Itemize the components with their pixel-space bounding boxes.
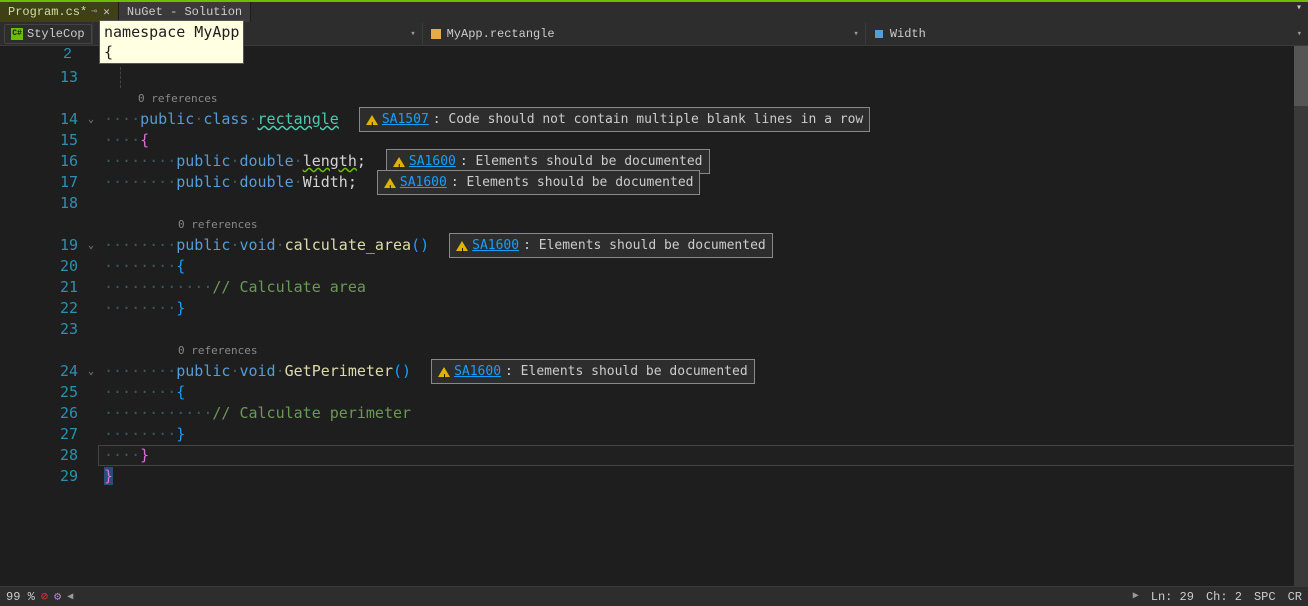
code-line: 27 ········} [16, 424, 1308, 445]
codelens-row: 0 references [16, 88, 1308, 109]
fixed-gutter-2: 2 [0, 46, 84, 67]
code-line: 20 ········{ [16, 256, 1308, 277]
warning-sa1600[interactable]: SA1600: Elements should be documented [377, 170, 701, 195]
warning-icon [438, 367, 450, 377]
vertical-scrollbar[interactable] [1294, 46, 1308, 586]
code-line: 19 ⌄ ········public·void·calculate_area(… [16, 235, 1308, 256]
code-line: 18 [16, 193, 1308, 214]
fold-icon[interactable]: ⌄ [84, 361, 98, 382]
warning-icon [456, 241, 468, 251]
editor-tabs: Program.cs* ⊸ ✕ NuGet - Solution ▾ [0, 0, 1308, 22]
status-eol[interactable]: CR [1288, 590, 1302, 604]
nav-scope-2-label: MyApp.rectangle [447, 27, 555, 41]
warning-sa1600[interactable]: SA1600: Elements should be documented [431, 359, 755, 384]
code-line: 25 ········{ [16, 382, 1308, 403]
scrollbar-thumb[interactable] [1294, 46, 1308, 106]
sticky-scroll-overlay: namespace MyApp { [99, 20, 244, 64]
codelens-0ref[interactable]: 0 references [138, 88, 217, 109]
stylecop-label: StyleCop [27, 27, 85, 41]
code-line: 14 ⌄ ····public·class·rectangle SA1507: … [16, 109, 1308, 130]
no-issues-icon[interactable]: ⊘ [41, 589, 48, 604]
nav-scope-2[interactable]: MyApp.rectangle ▾ [422, 22, 865, 45]
tabs-overflow-icon[interactable]: ▾ [1290, 2, 1308, 22]
chevron-down-icon: ▾ [1297, 29, 1302, 39]
status-spaces[interactable]: SPC [1254, 590, 1276, 604]
warning-sa1600[interactable]: SA1600: Elements should be documented [449, 233, 773, 258]
codelens-0ref[interactable]: 0 references [178, 214, 257, 235]
field-icon [872, 27, 886, 41]
nav-scope-3[interactable]: Width ▾ [865, 22, 1308, 45]
class-icon [429, 27, 443, 41]
status-col[interactable]: Ch: 2 [1206, 590, 1242, 604]
code-lines: 13 0 references 14 ⌄ ····public·class·re… [16, 46, 1308, 487]
zoom-level[interactable]: 99 % [6, 590, 35, 604]
fold-icon[interactable]: ⌄ [84, 109, 98, 130]
cs-icon: C# [11, 28, 23, 40]
code-line: 26 ············// Calculate perimeter [16, 403, 1308, 424]
code-line: 28 ····} [16, 445, 1308, 466]
codelens-row: 0 references [16, 340, 1308, 361]
code-line: 13 [16, 67, 1308, 88]
code-line: 21 ············// Calculate area [16, 277, 1308, 298]
overlay-line-1: namespace MyApp [104, 22, 239, 42]
build-icon[interactable]: ⚙ [54, 589, 61, 604]
code-line: 29 } [16, 466, 1308, 487]
close-icon[interactable]: ✕ [103, 5, 110, 19]
nav-scope-3-label: Width [890, 27, 926, 41]
warning-icon [393, 157, 405, 167]
warning-icon [384, 178, 396, 188]
tab-nuget[interactable]: NuGet - Solution [119, 2, 251, 22]
chevron-down-icon: ▾ [410, 29, 415, 39]
status-bar: 99 % ⊘ ⚙ ◀ ▶ Ln: 29 Ch: 2 SPC CR [0, 586, 1308, 606]
warning-sa1507[interactable]: SA1507: Code should not contain multiple… [359, 107, 870, 132]
code-line: 23 [16, 319, 1308, 340]
tab-program-cs[interactable]: Program.cs* ⊸ ✕ [0, 2, 119, 22]
overlay-line-2: { [104, 42, 239, 62]
code-line: 22 ········} [16, 298, 1308, 319]
status-line[interactable]: Ln: 29 [1151, 590, 1194, 604]
tab-label: NuGet - Solution [127, 5, 242, 19]
nav-back-icon[interactable]: ◀ [67, 591, 73, 603]
nav-forward-icon[interactable]: ▶ [1133, 590, 1139, 604]
chevron-down-icon: ▾ [853, 29, 858, 39]
code-line: 24 ⌄ ········public·void·GetPerimeter() … [16, 361, 1308, 382]
codelens-row: 0 references [16, 214, 1308, 235]
fold-icon[interactable]: ⌄ [84, 235, 98, 256]
code-line: 16 ········public·double·length; SA1600:… [16, 151, 1308, 172]
pin-icon[interactable]: ⊸ [91, 6, 97, 18]
code-line: 17 ········public·double·Width; SA1600: … [16, 172, 1308, 193]
codelens-0ref[interactable]: 0 references [178, 340, 257, 361]
stylecop-button[interactable]: C# StyleCop [4, 24, 92, 44]
code-editor[interactable]: 13 0 references 14 ⌄ ····public·class·re… [0, 46, 1308, 586]
warning-icon [366, 115, 378, 125]
code-line: 15 ····{ [16, 130, 1308, 151]
tab-label: Program.cs* [8, 5, 87, 19]
